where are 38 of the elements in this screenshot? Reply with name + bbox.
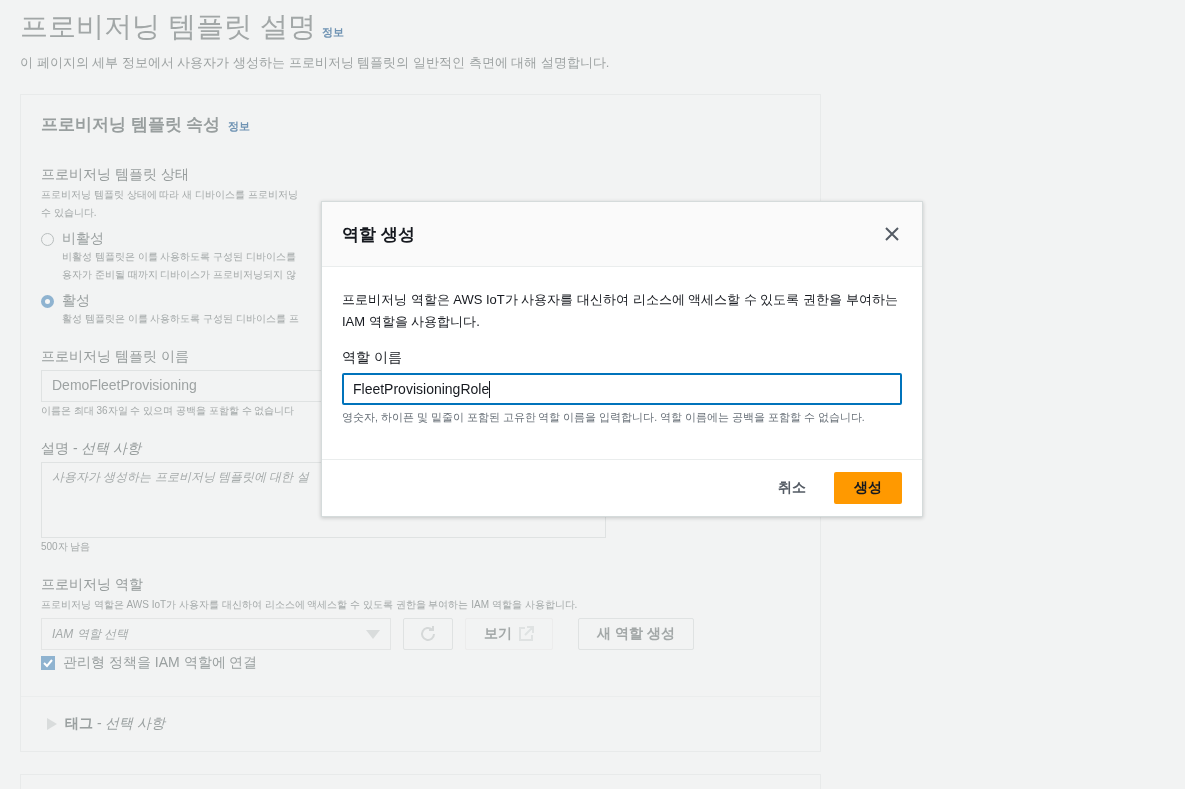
page-description: 이 페이지의 세부 정보에서 사용자가 생성하는 프로비저닝 템플릿의 일반적인 측면에 대해 설명합니다. — [20, 54, 610, 72]
tags-toggle[interactable]: 태그 - 선택 사항 — [65, 715, 166, 733]
field-hint: 이름은 최대 36자일 수 있으며 공백을 포함할 수 없습니다 — [41, 404, 295, 418]
checkbox-label: 관리형 정책을 IAM 역할에 연결 — [63, 654, 258, 672]
create-role-button[interactable]: 새 역할 생성 — [578, 618, 694, 650]
close-icon[interactable] — [884, 226, 900, 242]
field-label: 프로비저닝 템플릿 상태 — [41, 166, 189, 184]
field-description: 프로비저닝 템플릿 상태에 따라 새 디바이스를 프로비저닝 — [41, 188, 298, 202]
card-heading: 프로비저닝 템플릿 속성 — [41, 114, 221, 136]
refresh-icon — [418, 624, 438, 644]
radio-label: 활성 — [62, 292, 90, 310]
role-name-field[interactable]: FleetProvisioningRole — [342, 373, 902, 405]
field-description: 프로비저닝 역할은 AWS IoT가 사용자를 대신하여 리소스에 액세스할 수 있도록 권한을 부여하는 IAM 역할을 사용합니다. — [41, 598, 578, 612]
expand-icon[interactable] — [47, 718, 57, 730]
refresh-button[interactable] — [403, 618, 453, 650]
dialog-description: 프로비저닝 역할은 AWS IoT가 사용자를 대신하여 리소스에 액세스할 수 있도록 권한을 부여하는 IAM 역할을 사용합니다. — [342, 291, 899, 331]
field-label: 설명 - 선택 사항 — [41, 440, 142, 458]
cancel-button[interactable]: 취소 — [766, 473, 818, 503]
caret-icon — [366, 629, 380, 639]
option-description: 용자가 준비될 때까지 디바이스가 프로비저닝되지 않 — [62, 268, 296, 282]
page-title: 프로비저닝 템플릿 설명 — [20, 10, 316, 44]
option-description: 비활성 템플릿은 이를 사용하도록 구성된 디바이스를 — [62, 250, 296, 264]
field-description: 수 있습니다. — [41, 206, 97, 220]
info-link[interactable]: 정보 — [321, 25, 344, 40]
view-button[interactable]: 보기 — [465, 618, 553, 650]
field-label: 역할 이름 — [342, 349, 402, 367]
role-select[interactable]: IAM 역할 선택 — [41, 618, 391, 650]
field-label: 프로비저닝 템플릿 이름 — [41, 348, 189, 366]
field-hint: 영숫자, 하이픈 및 밑줄이 포함된 고유한 역할 이름을 입력합니다. 역할 이름에는 공백을 포함할 수 없습니다. — [342, 411, 865, 425]
create-button[interactable]: 생성 — [834, 472, 902, 504]
option-description: 활성 템플릿은 이를 사용하도록 구성된 디바이스를 프 — [62, 312, 299, 326]
radio-button[interactable] — [41, 295, 54, 308]
info-link[interactable]: 정보 — [228, 119, 251, 134]
character-counter: 500자 남음 — [41, 540, 91, 554]
checkbox[interactable] — [41, 656, 55, 670]
field-label: 프로비저닝 역할 — [41, 576, 143, 594]
dialog-title: 역할 생성 — [342, 223, 415, 246]
radio-label: 비활성 — [62, 230, 104, 248]
